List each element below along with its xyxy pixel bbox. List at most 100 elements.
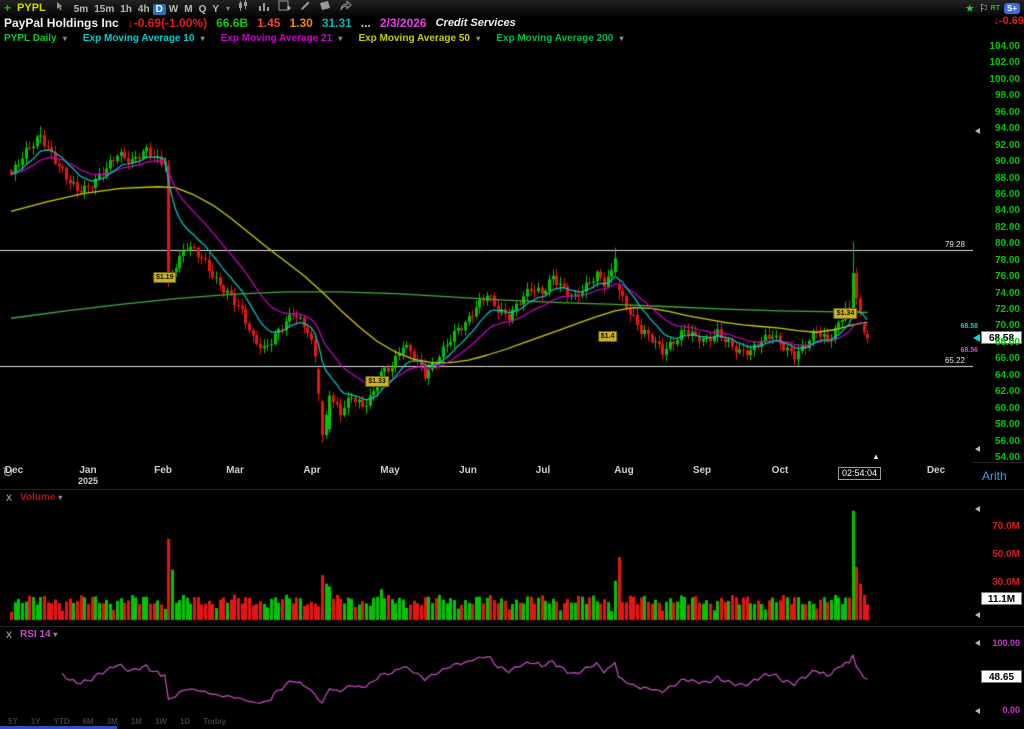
range-button-5y[interactable]: 5Y [8,717,18,726]
legend-item-2[interactable]: Exp Moving Average 21 ▾ [221,33,343,44]
quote-ellipsis: ... [361,16,371,30]
volume-tick: 30.0M [978,577,1022,588]
price-tick: 76.00 [978,271,1022,282]
price-tick: 74.00 [978,288,1022,299]
legend-item-4[interactable]: Exp Moving Average 200 ▾ [496,33,623,44]
timeframe-button-Y[interactable]: Y [209,4,222,15]
rsi-panel-header: X RSI 14 ▾ [0,629,57,640]
price-chart-canvas[interactable] [0,46,973,463]
earnings-eps-flag: $1.34 [834,308,858,319]
price-tick: 72.00 [978,304,1022,315]
rsi-chart-canvas[interactable] [0,628,973,718]
quote-row: PayPal Holdings Inc ↓-0.69(-1.00%) 66.6B… [0,15,1024,31]
price-tick: 78.00 [978,255,1022,266]
earnings-eps-flag: $1.4 [598,331,618,342]
x-axis-month-label: Jul [536,466,550,476]
timeframe-button-1h[interactable]: 1h [117,4,135,15]
volume-chart-canvas[interactable] [0,490,973,622]
range-button-1m[interactable]: 1M [131,717,142,726]
price-tick: 90.00 [978,156,1022,167]
rsi-panel-title[interactable]: RSI 14 ▾ [20,629,57,640]
price-tick: 100.00 [978,74,1022,85]
volume-panel-title[interactable]: Volume ▾ [20,492,62,503]
trading-app-window: + PYPL 5m15m1h4hDWMQY ▾ ★ ⚐RT S+ [0,0,1024,729]
favorite-star-icon[interactable]: ★ [965,2,975,15]
stream-badge[interactable]: S+ [1004,3,1020,14]
price-tick: 54.00 [978,452,1022,463]
symbol-label[interactable]: PYPL [17,2,46,14]
timeframe-button-W[interactable]: W [166,4,181,15]
eps-prev-value: 1.30 [289,16,312,30]
rsi-close-button[interactable]: X [6,630,12,640]
volume-tick: 70.0M [978,521,1022,532]
price-tick: 96.00 [978,107,1022,118]
earnings-eps-flag: $1.19 [153,272,177,283]
price-tick: 64.00 [978,370,1022,381]
price-tick: 56.00 [978,436,1022,447]
range-button-3m[interactable]: 3M [107,717,118,726]
timeframe-button-5m[interactable]: 5m [71,4,91,15]
timeframe-button-Q[interactable]: Q [196,4,210,15]
x-axis-month-label: Jan2025 [78,466,98,486]
range-button-1y[interactable]: 1Y [31,717,41,726]
x-axis-month-label: Dec [927,466,945,476]
indicator-legend: PYPL Daily ▾ Exp Moving Average 10 ▾ Exp M… [0,31,624,45]
legend-item-0[interactable]: PYPL Daily ▾ [4,33,67,44]
industry-label: Credit Services [436,17,516,29]
range-button-row: 5Y 1Y YTD 6M 3M 1M 1W 1D Today [8,717,226,726]
price-tick: 58.00 [978,419,1022,430]
next-earnings-date: 2/3/2026 [380,16,427,30]
rsi-tick: 100.00 [978,638,1022,648]
legend-item-1[interactable]: Exp Moving Average 10 ▾ [83,33,205,44]
rsi-tick: 0.00 [978,705,1022,715]
current-rsi-box: 48.65 [981,670,1022,683]
realtime-badge: RT [991,5,1000,12]
legend-item-3[interactable]: Exp Moving Average 50 ▾ [358,33,480,44]
axis-marker-icon [975,128,980,134]
add-symbol-icon[interactable]: + [4,2,11,14]
earnings-eps-flag: $1.33 [365,376,389,387]
price-tick: 104.00 [978,41,1022,52]
price-tick: 68.00 [978,337,1022,348]
price-tick: 60.00 [978,403,1022,414]
axis-marker-icon [975,446,980,452]
x-axis-month-label: Dec [5,466,23,476]
pe-ratio: 31.31 [322,16,352,30]
x-axis-month-label: Apr [303,466,320,476]
range-button-1w[interactable]: 1W [155,717,167,726]
company-name: PayPal Holdings Inc [4,16,119,30]
bid-price-label: 68.56 [938,347,978,354]
price-tick: 80.00 [978,238,1022,249]
x-axis-month-label: May [380,466,399,476]
scale-mode-label[interactable]: Arith [982,469,1007,483]
price-tick: 66.00 [978,353,1022,364]
price-tick: 98.00 [978,90,1022,101]
timeframe-button-M[interactable]: M [181,4,195,15]
volume-tick: 50.0M [978,549,1022,560]
price-tick: 84.00 [978,205,1022,216]
range-button-6m[interactable]: 6M [83,717,94,726]
x-axis-month-label: Mar [226,466,244,476]
price-tick: 86.00 [978,189,1022,200]
timeframe-button-D[interactable]: D [153,4,166,15]
flag-icon[interactable]: ⚐ [979,2,989,15]
timeframe-button-4h[interactable]: 4h [135,4,153,15]
range-button-ytd[interactable]: YTD [54,717,70,726]
panel-separator [0,626,1024,627]
axis-marker-icon [975,708,980,714]
x-axis-month-label: Aug [614,466,633,476]
range-button-today[interactable]: Today [203,717,226,726]
price-tick: 70.00 [978,320,1022,331]
market-cap: 66.6B [216,16,248,30]
axis-marker-icon [975,612,980,618]
mini-change-label: ↓-0.69 [993,15,1024,27]
volume-close-button[interactable]: X [6,493,12,503]
axis-marker-icon [975,640,980,646]
current-bar-arrow-icon: ▲ [872,453,880,461]
ask-price-label: 68.58 [938,323,978,330]
price-change: ↓-0.69(-1.00%) [128,16,207,30]
volume-panel-header: X Volume ▾ [0,492,62,503]
timeframe-dropdown-icon[interactable]: ▾ [226,4,230,13]
timeframe-button-15m[interactable]: 15m [91,4,117,15]
range-button-1d[interactable]: 1D [180,717,190,726]
